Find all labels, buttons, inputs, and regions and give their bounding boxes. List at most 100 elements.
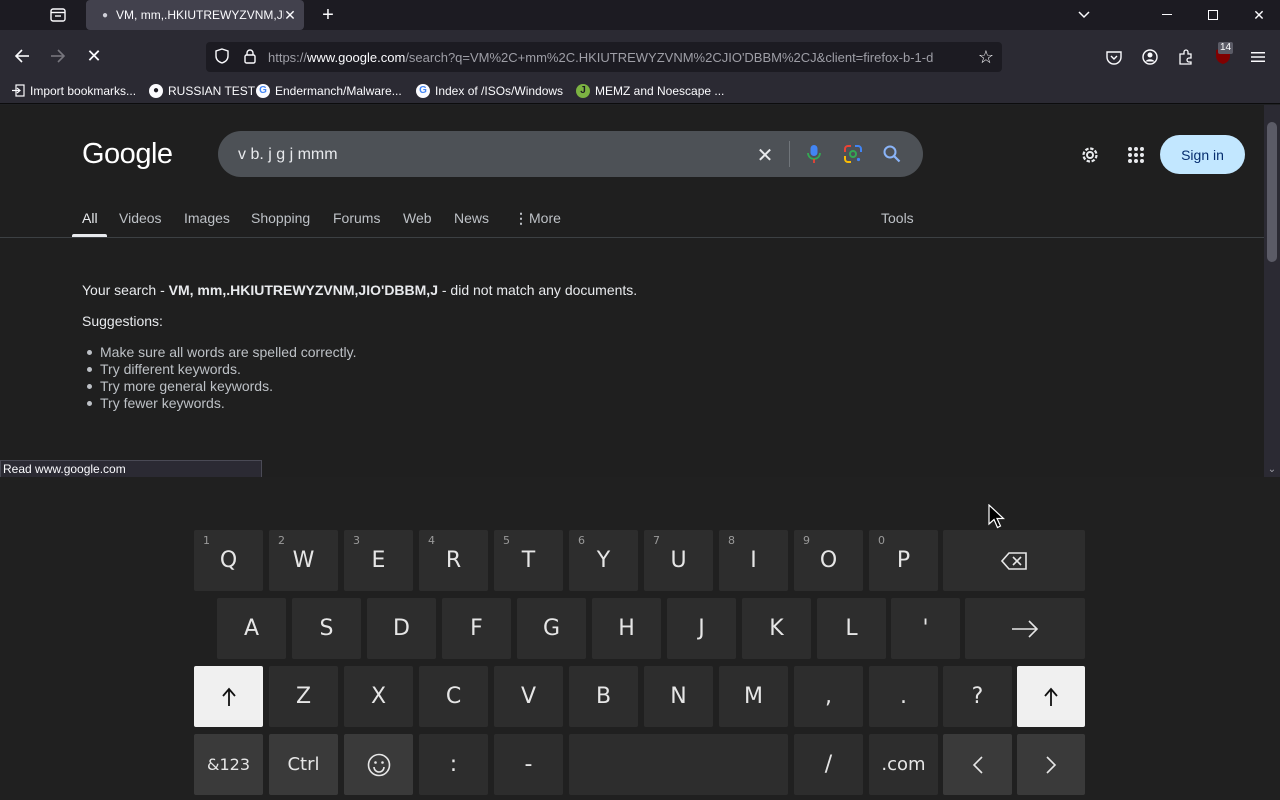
new-tab-icon[interactable]: +: [318, 5, 338, 25]
tab-all[interactable]: All: [82, 210, 98, 226]
key-symbols[interactable]: &123: [194, 734, 263, 795]
key-backspace[interactable]: [943, 530, 1085, 591]
suggestion-item: Try fewer keywords.: [100, 395, 225, 411]
hamburger-menu-icon[interactable]: [1248, 47, 1268, 67]
tab-close-icon[interactable]: ✕: [282, 7, 298, 23]
key-dash[interactable]: -: [494, 734, 563, 795]
bullet: [87, 367, 92, 372]
clear-search-icon[interactable]: ✕: [754, 144, 776, 167]
tools-button[interactable]: Tools: [881, 210, 914, 226]
tab-active[interactable]: ● VM, mm,.HKIUTREWYZVNM,JIO'DBBM,J: [86, 0, 304, 30]
suggestion-item: Make sure all words are spelled correctl…: [100, 344, 357, 360]
bullet: [87, 384, 92, 389]
minimize-icon[interactable]: [1158, 6, 1176, 24]
key-n[interactable]: N: [644, 666, 713, 727]
forward-arrow-icon[interactable]: [48, 46, 68, 66]
key-d[interactable]: D: [367, 598, 436, 659]
stop-loading-icon[interactable]: ✕: [84, 46, 104, 66]
voice-search-mic-icon[interactable]: [803, 143, 825, 165]
key-dotcom[interactable]: .com: [869, 734, 938, 795]
key-w[interactable]: 2W: [269, 530, 338, 591]
tab-forums[interactable]: Forums: [333, 210, 380, 226]
key-apostrophe[interactable]: ': [891, 598, 960, 659]
key-shift-left[interactable]: [194, 666, 263, 727]
firefox-view-icon[interactable]: [48, 6, 68, 24]
google-lens-icon[interactable]: [842, 143, 864, 165]
enter-arrow-icon: [1012, 619, 1039, 638]
search-icon[interactable]: [881, 143, 903, 165]
key-colon[interactable]: :: [419, 734, 488, 795]
close-window-icon[interactable]: ✕: [1250, 6, 1268, 24]
key-t[interactable]: 5T: [494, 530, 563, 591]
google-favicon-icon: G: [416, 83, 430, 98]
key-m[interactable]: M: [719, 666, 788, 727]
key-f[interactable]: F: [442, 598, 511, 659]
tab-images[interactable]: Images: [184, 210, 230, 226]
key-b[interactable]: B: [569, 666, 638, 727]
key-p[interactable]: 0P: [869, 530, 938, 591]
key-e[interactable]: 3E: [344, 530, 413, 591]
key-ctrl[interactable]: Ctrl: [269, 734, 338, 795]
key-right[interactable]: [1017, 734, 1085, 795]
bookmark-isos-windows[interactable]: G Index of /ISOs/Windows: [416, 82, 563, 99]
key-x[interactable]: X: [344, 666, 413, 727]
key-r[interactable]: 4R: [419, 530, 488, 591]
tab-videos[interactable]: Videos: [119, 210, 162, 226]
account-icon[interactable]: [1140, 47, 1160, 67]
bookmark-import[interactable]: Import bookmarks...: [11, 82, 136, 99]
google-apps-grid-icon[interactable]: [1124, 143, 1148, 167]
key-s[interactable]: S: [292, 598, 361, 659]
key-c[interactable]: C: [419, 666, 488, 727]
key-enter[interactable]: [965, 598, 1085, 659]
key-a[interactable]: A: [217, 598, 286, 659]
lock-icon[interactable]: [241, 47, 259, 65]
tab-shopping[interactable]: Shopping: [251, 210, 310, 226]
key-g[interactable]: G: [517, 598, 586, 659]
bookmark-star-icon[interactable]: ☆: [976, 47, 996, 67]
bookmark-endermanch[interactable]: G Endermanch/Malware...: [256, 82, 402, 99]
bullet: [87, 350, 92, 355]
extensions-puzzle-icon[interactable]: [1176, 47, 1196, 67]
bookmark-memz[interactable]: J MEMZ and Noescape ...: [576, 82, 724, 99]
github-favicon-icon: ●: [149, 83, 163, 98]
search-query-text[interactable]: v b. j g j mmm: [238, 146, 338, 164]
key-q[interactable]: 1Q: [194, 530, 263, 591]
more-vertical-dots-icon[interactable]: ⋮: [514, 210, 528, 227]
key-i[interactable]: 8I: [719, 530, 788, 591]
back-arrow-icon[interactable]: [12, 46, 32, 66]
tab-more[interactable]: More: [529, 210, 561, 226]
key-y[interactable]: 6Y: [569, 530, 638, 591]
suggestion-item: Try different keywords.: [100, 361, 241, 377]
key-period[interactable]: .: [869, 666, 938, 727]
key-h[interactable]: H: [592, 598, 661, 659]
tab-news[interactable]: News: [454, 210, 489, 226]
key-j[interactable]: J: [667, 598, 736, 659]
bookmark-russian-test[interactable]: ● RUSSIAN TEST: [149, 82, 255, 99]
key-left[interactable]: [943, 734, 1012, 795]
key-slash[interactable]: /: [794, 734, 863, 795]
tracking-protection-shield-icon[interactable]: [213, 47, 231, 65]
bookmark-label: Index of /ISOs/Windows: [435, 83, 564, 98]
scrollbar-thumb[interactable]: [1267, 122, 1277, 262]
key-o[interactable]: 9O: [794, 530, 863, 591]
key-shift-right[interactable]: [1017, 666, 1085, 727]
maximize-icon[interactable]: [1204, 6, 1222, 24]
key-u[interactable]: 7U: [644, 530, 713, 591]
pocket-icon[interactable]: [1104, 47, 1124, 67]
key-l[interactable]: L: [817, 598, 886, 659]
key-emoji[interactable]: [344, 734, 413, 795]
list-tabs-chevron-down-icon[interactable]: [1075, 6, 1093, 24]
url-text[interactable]: https://www.google.com/search?q=VM%2C+mm…: [268, 50, 970, 65]
settings-gear-icon[interactable]: [1078, 143, 1102, 167]
key-question[interactable]: ?: [943, 666, 1012, 727]
sign-in-button[interactable]: Sign in: [1160, 135, 1245, 174]
key-z[interactable]: Z: [269, 666, 338, 727]
key-v[interactable]: V: [494, 666, 563, 727]
google-logo[interactable]: Google: [82, 138, 173, 171]
scroll-down-arrow-icon[interactable]: ⌄: [1266, 464, 1278, 476]
bookmark-label: Import bookmarks...: [30, 83, 137, 98]
tab-web[interactable]: Web: [403, 210, 432, 226]
key-space[interactable]: [569, 734, 788, 795]
key-k[interactable]: K: [742, 598, 811, 659]
key-comma[interactable]: ,: [794, 666, 863, 727]
